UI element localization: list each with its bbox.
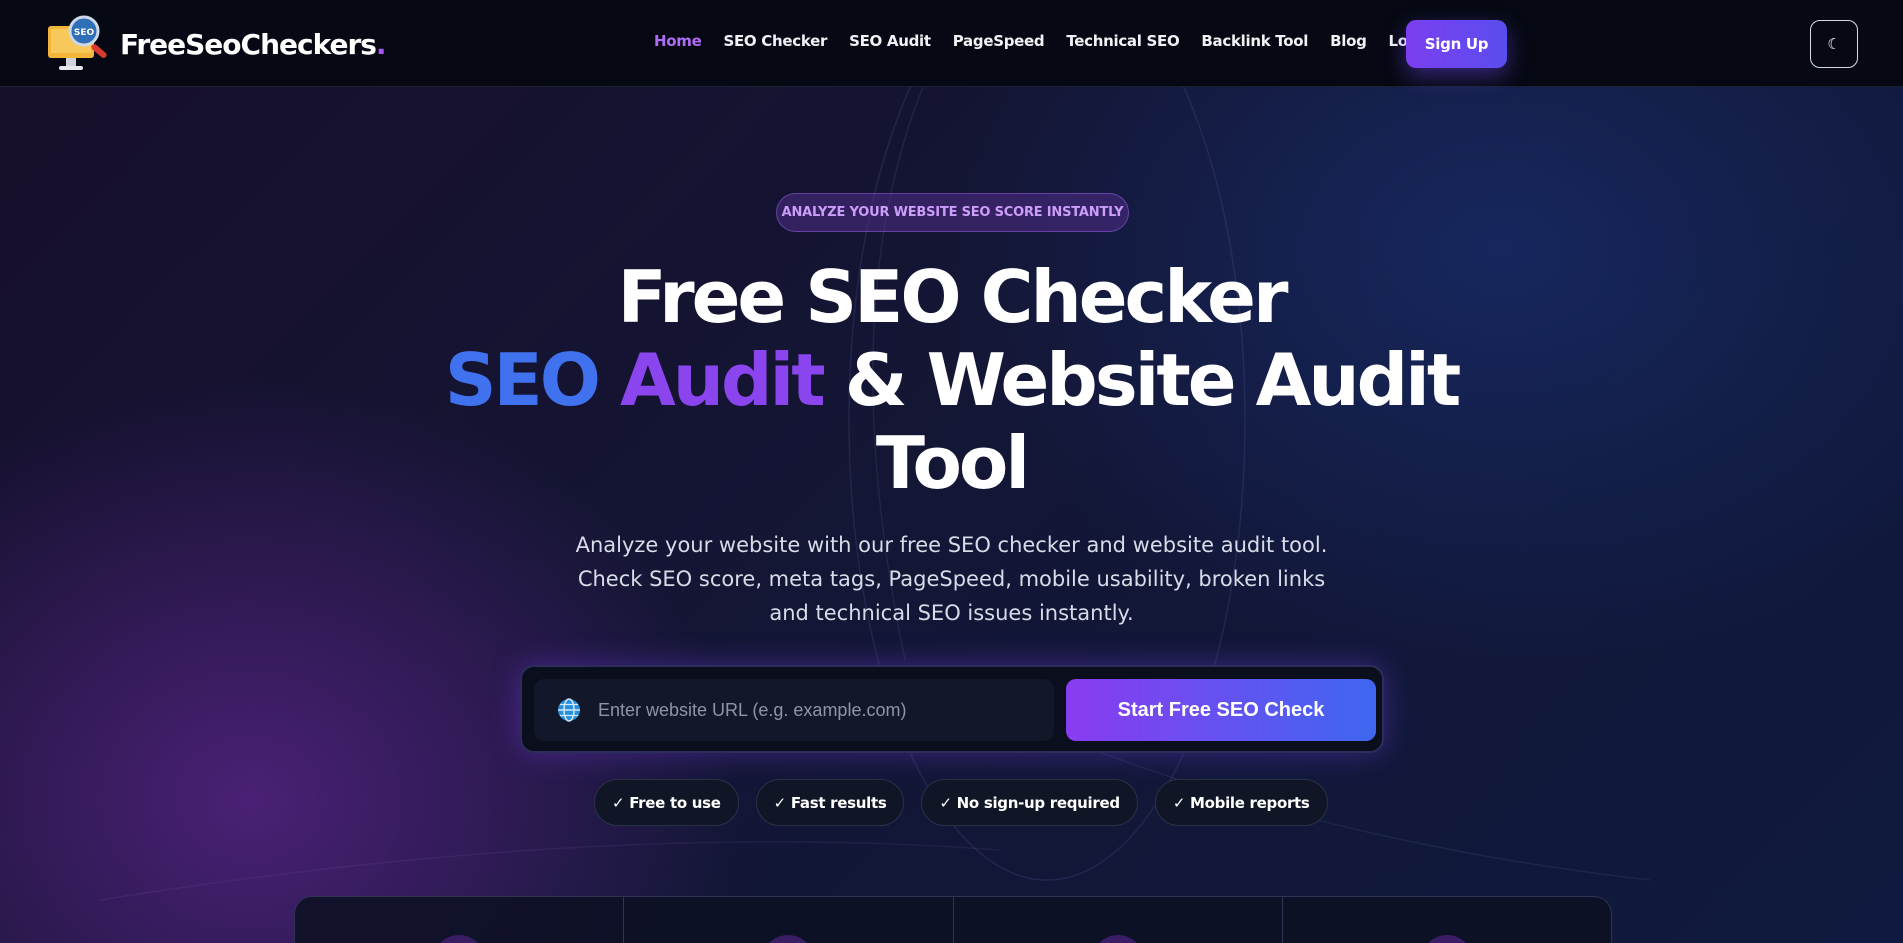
stats-panel [294,896,1612,943]
top-navbar: SEO FreeSeoCheckers. Home SEO Checker SE… [0,0,1903,87]
stat-icon [433,935,486,943]
hero-title-line-2: SEO Audit & Website Audit [0,340,1903,420]
stat-icon [762,935,815,943]
brand-logo[interactable]: SEO FreeSeoCheckers. [46,14,387,74]
hero-title-audit: Audit [620,338,826,422]
moon-icon: ☾ [1827,35,1841,53]
logo-monitor-icon: SEO [46,14,114,74]
hero-title-rest: & Website Audit [844,338,1462,422]
globe-icon [558,698,580,722]
url-input[interactable] [598,699,1048,721]
feature-badges: ✓ Free to use ✓ Fast results ✓ No sign-u… [594,779,1345,826]
nav-link-technical-seo[interactable]: Technical SEO [1066,32,1179,50]
nav-link-backlink-tool[interactable]: Backlink Tool [1201,32,1308,50]
stat-icon [1091,935,1144,943]
stat-card [1283,897,1611,943]
hero-title-line-3: Tool [875,421,1030,505]
stat-card [295,897,625,943]
nav-link-seo-audit[interactable]: SEO Audit [849,32,931,50]
hero-title-seo: SEO [444,338,601,422]
main-navigation: Home SEO Checker SEO Audit PageSpeed Tec… [654,32,1455,50]
svg-text:SEO: SEO [74,28,95,38]
hero-title-line-1: Free SEO Checker [617,255,1288,339]
stat-icon [1420,935,1473,943]
url-search-form: Start Free SEO Check [520,665,1384,753]
badge-fast-results: ✓ Fast results [755,779,905,826]
theme-toggle-button[interactable]: ☾ [1810,20,1858,68]
nav-link-blog[interactable]: Blog [1330,32,1367,50]
stat-card [954,897,1283,943]
nav-link-seo-checker[interactable]: SEO Checker [723,32,827,50]
signup-button[interactable]: Sign Up [1406,20,1507,68]
nav-link-pagespeed[interactable]: PageSpeed [953,32,1045,50]
brand-name: FreeSeoCheckers. [120,27,387,61]
badge-free-to-use: ✓ Free to use [594,779,739,826]
nav-link-home[interactable]: Home [654,32,702,50]
badge-no-signup: ✓ No sign-up required [921,779,1138,826]
url-field-container[interactable] [534,679,1054,741]
badge-mobile-reports: ✓ Mobile reports [1154,779,1328,826]
hero-subtitle: Analyze your website with our free SEO c… [575,533,1328,625]
stat-card [624,897,954,943]
hero-tagline-pill: ANALYZE YOUR WEBSITE SEO SCORE INSTANTLY [776,193,1129,232]
start-seo-check-button[interactable]: Start Free SEO Check [1066,679,1376,741]
